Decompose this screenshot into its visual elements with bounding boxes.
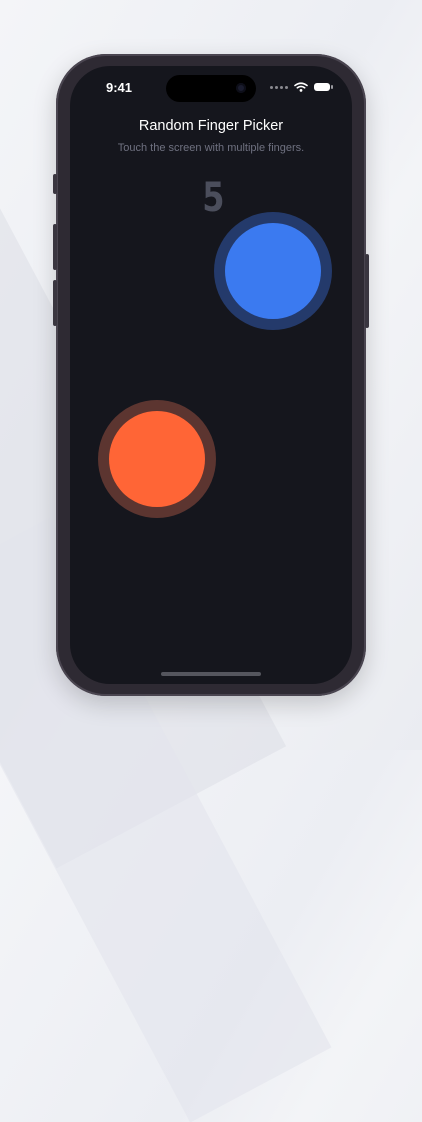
- volume-up-button: [53, 224, 57, 270]
- home-indicator[interactable]: [161, 672, 261, 676]
- volume-down-button: [53, 280, 57, 326]
- phone-frame: 9:41 Random Finger Picker Touch the scre…: [53, 54, 369, 696]
- page-title: Random Finger Picker: [138, 118, 284, 134]
- finger-circle-blue[interactable]: [214, 212, 332, 330]
- action-button: [53, 174, 57, 194]
- finger-circle-blue-core: [225, 223, 321, 319]
- battery-icon: [314, 83, 333, 91]
- page-subtitle: Touch the screen with multiple fingers.: [117, 142, 305, 154]
- camera-icon: [236, 83, 246, 93]
- signal-dots-icon: [270, 85, 288, 89]
- status-icons: [270, 82, 333, 92]
- dynamic-island: [166, 75, 256, 102]
- status-time: 9:41: [106, 80, 133, 95]
- power-button: [365, 254, 369, 328]
- wifi-icon: [294, 82, 308, 92]
- finger-circle-orange[interactable]: [98, 400, 216, 518]
- app-screen[interactable]: 9:41 Random Finger Picker Touch the scre…: [70, 66, 352, 684]
- countdown-number: 5: [202, 175, 225, 221]
- finger-circle-orange-core: [109, 411, 205, 507]
